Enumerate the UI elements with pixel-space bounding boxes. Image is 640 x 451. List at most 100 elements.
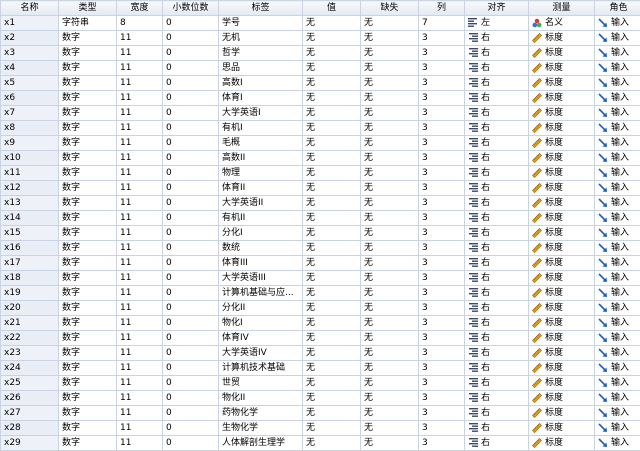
variable-role-cell[interactable]: 输入	[595, 256, 640, 271]
variable-name-cell[interactable]: x15	[1, 226, 59, 241]
variable-name-cell[interactable]: x19	[1, 286, 59, 301]
variable-decimals-cell[interactable]: 0	[163, 181, 219, 196]
variable-align-cell[interactable]: 右	[465, 106, 529, 121]
variable-name-cell[interactable]: x22	[1, 331, 59, 346]
variable-type-cell[interactable]: 数字	[59, 196, 117, 211]
variable-missing-cell[interactable]: 无	[361, 106, 419, 121]
variable-decimals-cell[interactable]: 0	[163, 391, 219, 406]
variable-label-cell[interactable]: 计算机技术基础	[219, 361, 303, 376]
variable-values-cell[interactable]: 无	[303, 241, 361, 256]
variable-type-cell[interactable]: 数字	[59, 331, 117, 346]
variable-width-cell[interactable]: 11	[117, 361, 163, 376]
variable-values-cell[interactable]: 无	[303, 121, 361, 136]
variable-role-cell[interactable]: 输入	[595, 406, 640, 421]
variable-columns-cell[interactable]: 3	[419, 346, 465, 361]
variable-values-cell[interactable]: 无	[303, 346, 361, 361]
variable-name-cell[interactable]: x28	[1, 421, 59, 436]
variable-name-cell[interactable]: x12	[1, 181, 59, 196]
variable-type-cell[interactable]: 数字	[59, 316, 117, 331]
variable-name-cell[interactable]: x3	[1, 46, 59, 61]
variable-label-cell[interactable]: 世贸	[219, 376, 303, 391]
variable-measure-cell[interactable]: 标度	[529, 241, 595, 256]
variable-width-cell[interactable]: 11	[117, 346, 163, 361]
column-header-name[interactable]: 名称	[1, 1, 59, 16]
variable-label-cell[interactable]: 数统	[219, 241, 303, 256]
variable-name-cell[interactable]: x5	[1, 76, 59, 91]
variable-align-cell[interactable]: 右	[465, 376, 529, 391]
variable-role-cell[interactable]: 输入	[595, 136, 640, 151]
variable-role-cell[interactable]: 输入	[595, 436, 640, 451]
variable-name-cell[interactable]: x14	[1, 211, 59, 226]
variable-width-cell[interactable]: 11	[117, 61, 163, 76]
variable-role-cell[interactable]: 输入	[595, 91, 640, 106]
variable-decimals-cell[interactable]: 0	[163, 301, 219, 316]
column-header-label[interactable]: 标签	[219, 1, 303, 16]
variable-type-cell[interactable]: 数字	[59, 286, 117, 301]
variable-label-cell[interactable]: 计算机基础与应...	[219, 286, 303, 301]
variable-measure-cell[interactable]: 标度	[529, 391, 595, 406]
variable-name-cell[interactable]: x16	[1, 241, 59, 256]
variable-type-cell[interactable]: 数字	[59, 361, 117, 376]
variable-values-cell[interactable]: 无	[303, 361, 361, 376]
variable-decimals-cell[interactable]: 0	[163, 121, 219, 136]
variable-decimals-cell[interactable]: 0	[163, 16, 219, 31]
variable-align-cell[interactable]: 右	[465, 196, 529, 211]
variable-decimals-cell[interactable]: 0	[163, 376, 219, 391]
variable-columns-cell[interactable]: 3	[419, 91, 465, 106]
variable-align-cell[interactable]: 右	[465, 166, 529, 181]
column-header-values[interactable]: 值	[303, 1, 361, 16]
variable-missing-cell[interactable]: 无	[361, 391, 419, 406]
variable-columns-cell[interactable]: 3	[419, 256, 465, 271]
variable-missing-cell[interactable]: 无	[361, 166, 419, 181]
variable-role-cell[interactable]: 输入	[595, 121, 640, 136]
variable-measure-cell[interactable]: 标度	[529, 331, 595, 346]
variable-columns-cell[interactable]: 3	[419, 76, 465, 91]
variable-align-cell[interactable]: 右	[465, 121, 529, 136]
variable-measure-cell[interactable]: 标度	[529, 421, 595, 436]
variable-measure-cell[interactable]: 标度	[529, 61, 595, 76]
variable-align-cell[interactable]: 右	[465, 346, 529, 361]
variable-label-cell[interactable]: 体育I	[219, 91, 303, 106]
variable-role-cell[interactable]: 输入	[595, 286, 640, 301]
variable-role-cell[interactable]: 输入	[595, 31, 640, 46]
variable-decimals-cell[interactable]: 0	[163, 211, 219, 226]
variable-align-cell[interactable]: 右	[465, 76, 529, 91]
variable-decimals-cell[interactable]: 0	[163, 421, 219, 436]
variable-measure-cell[interactable]: 标度	[529, 256, 595, 271]
variable-align-cell[interactable]: 右	[465, 136, 529, 151]
variable-role-cell[interactable]: 输入	[595, 301, 640, 316]
variable-width-cell[interactable]: 11	[117, 31, 163, 46]
variable-role-cell[interactable]: 输入	[595, 346, 640, 361]
variable-type-cell[interactable]: 数字	[59, 241, 117, 256]
variable-width-cell[interactable]: 11	[117, 76, 163, 91]
variable-label-cell[interactable]: 体育IV	[219, 331, 303, 346]
variable-align-cell[interactable]: 右	[465, 301, 529, 316]
variable-label-cell[interactable]: 学号	[219, 16, 303, 31]
variable-name-cell[interactable]: x26	[1, 391, 59, 406]
variable-width-cell[interactable]: 11	[117, 331, 163, 346]
variable-type-cell[interactable]: 数字	[59, 151, 117, 166]
variable-measure-cell[interactable]: 标度	[529, 121, 595, 136]
variable-columns-cell[interactable]: 3	[419, 181, 465, 196]
variable-width-cell[interactable]: 11	[117, 196, 163, 211]
variable-columns-cell[interactable]: 3	[419, 106, 465, 121]
variable-measure-cell[interactable]: 标度	[529, 361, 595, 376]
variable-align-cell[interactable]: 右	[465, 151, 529, 166]
variable-values-cell[interactable]: 无	[303, 376, 361, 391]
variable-columns-cell[interactable]: 3	[419, 271, 465, 286]
variable-values-cell[interactable]: 无	[303, 286, 361, 301]
variable-name-cell[interactable]: x13	[1, 196, 59, 211]
variable-values-cell[interactable]: 无	[303, 391, 361, 406]
variable-align-cell[interactable]: 右	[465, 211, 529, 226]
variable-missing-cell[interactable]: 无	[361, 286, 419, 301]
variable-missing-cell[interactable]: 无	[361, 121, 419, 136]
variable-name-cell[interactable]: x21	[1, 316, 59, 331]
variable-align-cell[interactable]: 右	[465, 46, 529, 61]
variable-values-cell[interactable]: 无	[303, 16, 361, 31]
variable-align-cell[interactable]: 右	[465, 286, 529, 301]
variable-type-cell[interactable]: 数字	[59, 421, 117, 436]
variable-type-cell[interactable]: 数字	[59, 271, 117, 286]
variable-columns-cell[interactable]: 3	[419, 121, 465, 136]
column-header-measure[interactable]: 测量	[529, 1, 595, 16]
variable-width-cell[interactable]: 11	[117, 226, 163, 241]
